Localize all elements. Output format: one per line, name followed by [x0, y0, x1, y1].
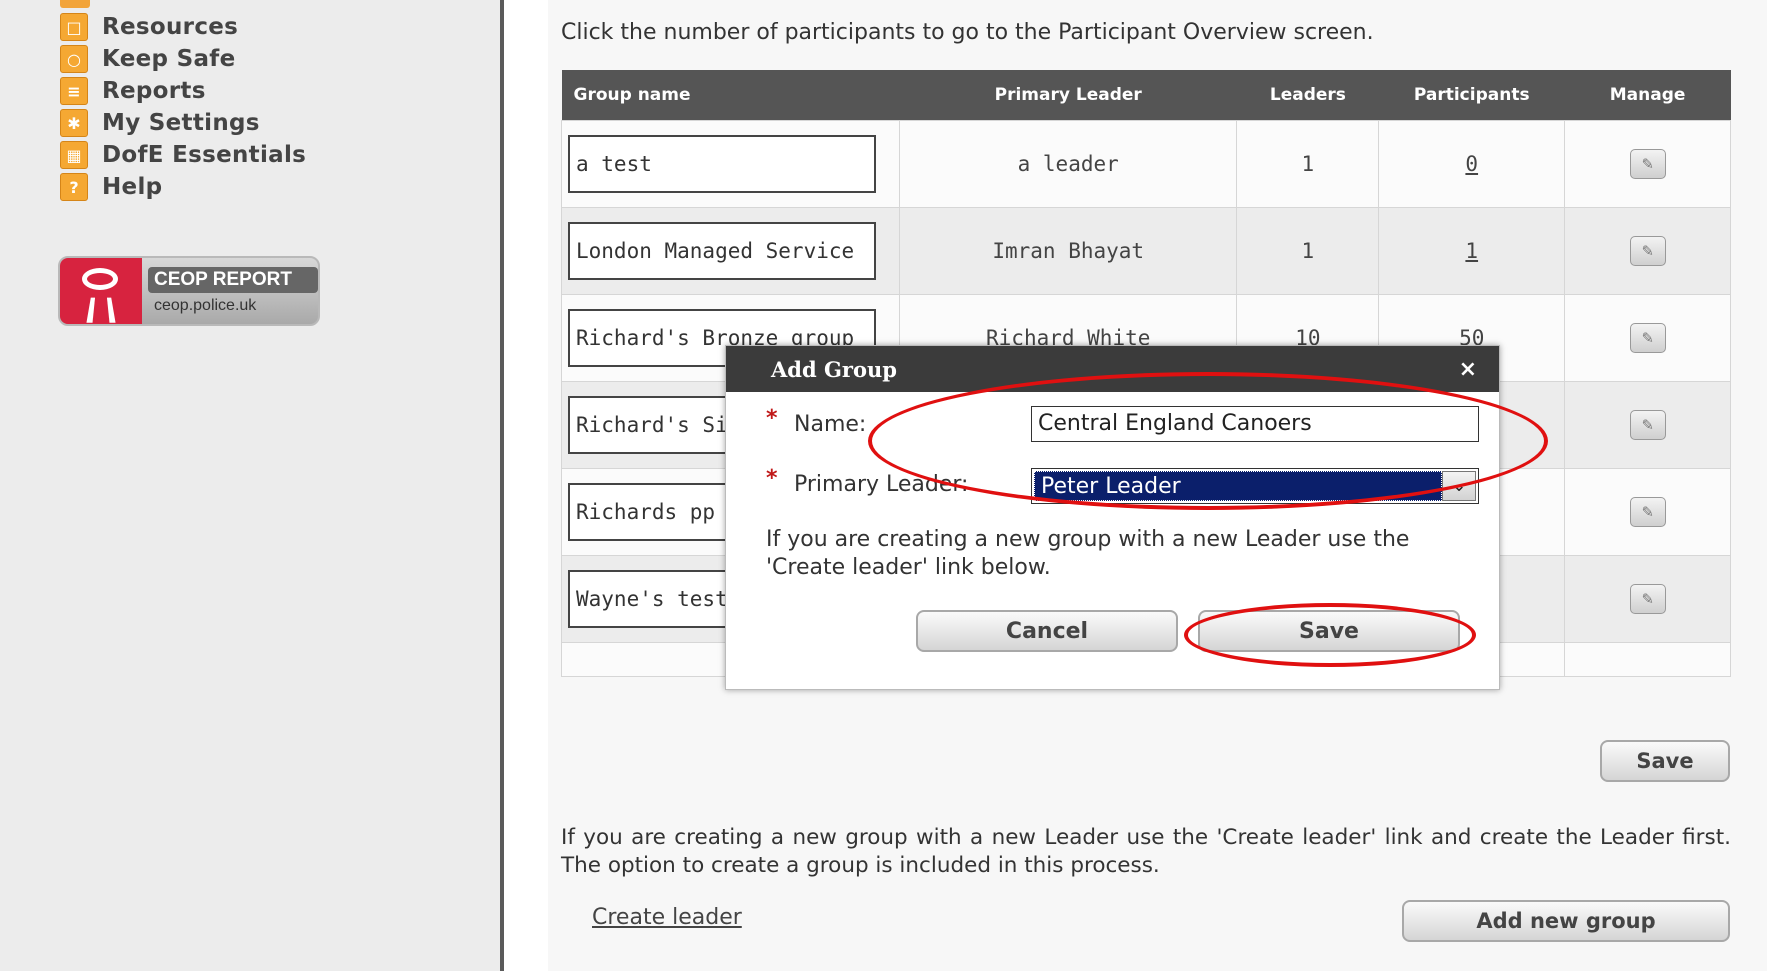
participants-link[interactable]: 0: [1465, 152, 1478, 176]
dialog-save-button[interactable]: Save: [1198, 610, 1460, 652]
edit-icon[interactable]: ✎: [1629, 409, 1666, 440]
sidebar-item-label: Reports: [102, 78, 206, 104]
edit-icon[interactable]: ✎: [1629, 235, 1666, 266]
create-leader-link[interactable]: Create leader: [592, 905, 742, 930]
sidebar-item-my-settings[interactable]: ✱ My Settings: [60, 108, 260, 138]
participants-link[interactable]: 1: [1465, 239, 1478, 263]
folder-icon: □: [60, 13, 88, 41]
sidebar-item-reports[interactable]: ≡ Reports: [60, 76, 206, 106]
edit-icon[interactable]: ✎: [1629, 583, 1666, 614]
ceop-title: CEOP REPORT: [148, 267, 318, 293]
table-row: a test a leader 1 0 ✎: [561, 119, 1731, 208]
primary-leader-select[interactable]: Peter Leader ⌄: [1031, 468, 1479, 504]
ceop-report-button[interactable]: CEOP REPORT ceop.police.uk: [58, 256, 320, 326]
edit-icon[interactable]: ✎: [1629, 496, 1666, 527]
group-name-input[interactable]: Central England Canoers: [1031, 406, 1479, 442]
sidebar-divider: [500, 0, 504, 971]
sidebar-item-label: Help: [102, 174, 163, 200]
sidebar-item-dofe-essentials[interactable]: ▦ DofE Essentials: [60, 140, 306, 170]
dialog-title: Add Group: [771, 356, 897, 382]
sidebar-item-label: DofE Essentials: [102, 142, 307, 168]
close-icon[interactable]: ×: [1459, 357, 1477, 382]
column-header-group-name: Group name: [561, 70, 900, 120]
primary-leader-cell: a leader: [898, 119, 1238, 208]
group-name-field[interactable]: a test: [568, 134, 876, 193]
chevron-down-icon[interactable]: ⌄: [1442, 471, 1476, 501]
cancel-button[interactable]: Cancel: [916, 610, 1178, 652]
edit-icon[interactable]: ✎: [1629, 322, 1666, 353]
settings-icon: ✱: [60, 109, 88, 137]
sidebar-item-label: Resources: [102, 14, 239, 40]
lock-icon: ○: [60, 45, 88, 73]
add-group-dialog: Add Group × * Name: Central England Cano…: [725, 345, 1500, 690]
column-header-participants: Participants: [1378, 70, 1565, 120]
create-leader-note: If you are creating a new group with a n…: [561, 825, 1731, 878]
ceop-logo-icon: [60, 258, 142, 324]
table-row: London Managed Service Imran Bhayat 1 1 …: [561, 206, 1731, 295]
group-name-field[interactable]: London Managed Service: [568, 221, 876, 280]
save-button[interactable]: Save: [1600, 740, 1730, 782]
document-icon: ≡: [60, 77, 88, 105]
primary-leader-selected-value: Peter Leader: [1034, 471, 1442, 501]
sidebar-item-label: My Settings: [102, 110, 260, 136]
required-marker: *: [766, 406, 778, 431]
column-header-leaders: Leaders: [1236, 70, 1379, 120]
sidebar-item-help[interactable]: ? Help: [60, 172, 162, 202]
table-header-row: Group name Primary Leader Leaders Partic…: [561, 70, 1731, 120]
name-label: Name:: [794, 412, 867, 437]
sidebar-item-keep-safe[interactable]: ○ Keep Safe: [60, 44, 235, 74]
sidebar: □ Resources ○ Keep Safe ≡ Reports ✱ My S…: [0, 0, 500, 971]
shop-icon: ▦: [60, 141, 88, 169]
instructions-text: Click the number of participants to go t…: [561, 20, 1374, 45]
add-new-group-button[interactable]: Add new group: [1402, 900, 1730, 942]
edit-icon[interactable]: ✎: [1629, 148, 1666, 179]
sidebar-item-label: Keep Safe: [102, 46, 236, 72]
primary-leader-cell: Imran Bhayat: [898, 206, 1238, 295]
leaders-count-cell: 1: [1236, 206, 1380, 295]
dialog-help-text: If you are creating a new group with a n…: [766, 527, 1410, 580]
nav-item-partial-icon: [60, 0, 90, 8]
ceop-url: ceop.police.uk: [154, 297, 257, 314]
question-icon: ?: [60, 173, 88, 201]
column-header-manage: Manage: [1564, 70, 1731, 120]
dialog-header: Add Group ×: [726, 346, 1499, 392]
sidebar-item-resources[interactable]: □ Resources: [60, 12, 238, 42]
column-header-primary-leader: Primary Leader: [899, 70, 1237, 120]
required-marker: *: [766, 466, 778, 491]
primary-leader-label: Primary Leader:: [794, 472, 969, 497]
leaders-count-cell: 1: [1236, 119, 1380, 208]
